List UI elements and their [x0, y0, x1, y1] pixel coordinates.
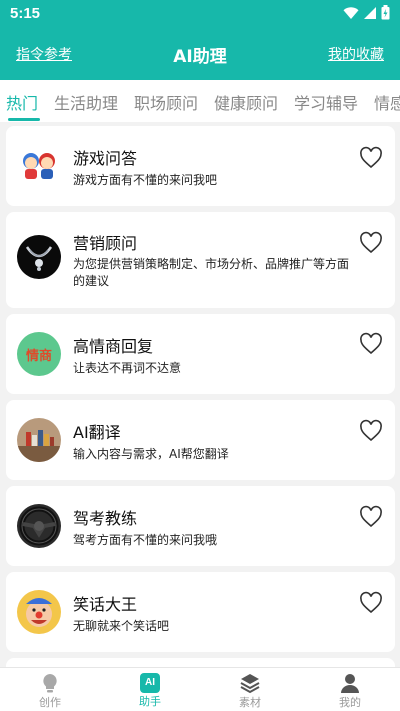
bulb-icon	[43, 674, 57, 693]
heart-icon[interactable]	[359, 505, 383, 529]
eq-icon: 情商	[17, 332, 61, 376]
ai-icon: AI	[140, 673, 160, 693]
tab-career-advisor[interactable]: 职场顾问	[134, 90, 198, 114]
assistant-card[interactable]: 游戏问答 游戏方面有不懂的来问我吧	[6, 126, 395, 206]
heart-icon[interactable]	[359, 419, 383, 443]
nav-create[interactable]: 创作	[10, 672, 90, 710]
status-time: 5:15	[10, 5, 41, 22]
assistant-description: 驾考方面有不懂的来问我哦	[73, 533, 218, 547]
assistant-description: 让表达不再词不达意	[73, 361, 182, 375]
heart-icon[interactable]	[359, 591, 383, 615]
tab-emotion[interactable]: 情感	[374, 90, 400, 114]
heart-icon[interactable]	[359, 332, 383, 356]
tab-study-tutor[interactable]: 学习辅导	[294, 90, 358, 114]
assistant-name: 驾考教练	[73, 509, 138, 528]
bottom-nav: 创作 AI 助手 素材 我的	[0, 667, 400, 711]
clown-icon	[17, 590, 61, 634]
assistant-card[interactable]: 驾考教练 驾考方面有不懂的来问我哦	[6, 486, 395, 566]
nav-label: 助手	[139, 695, 161, 708]
layers-icon	[240, 674, 260, 694]
nav-label: 创作	[39, 696, 61, 709]
heart-icon[interactable]	[359, 146, 383, 170]
necklace-icon	[17, 235, 61, 279]
eq-badge-text: 情商	[25, 348, 52, 364]
signal-icon	[364, 6, 376, 19]
assistant-name: AI翻译	[73, 423, 121, 442]
battery-icon	[381, 5, 390, 20]
assistant-card[interactable]: 笑话大王 无聊就来个笑话吧	[6, 572, 395, 652]
assistant-name: 游戏问答	[73, 149, 138, 168]
assistant-card[interactable]: AI翻译 输入内容与需求，AI帮您翻译	[6, 400, 395, 480]
app-bar: 指令参考 AI助理 我的收藏	[0, 28, 400, 80]
assistant-name: 高情商回复	[73, 337, 154, 356]
category-tabs: 热门 生活助理 职场顾问 健康顾问 学习辅导 情感	[0, 80, 400, 122]
assistant-description: 无聊就来个笑话吧	[73, 619, 170, 633]
wifi-icon	[343, 6, 359, 19]
assistant-description: 为您提供营销策略制定、市场分析、品牌推广等方面的建议	[73, 257, 350, 288]
assistant-description: 输入内容与需求，AI帮您翻译	[73, 447, 229, 461]
person-icon	[341, 674, 359, 693]
tab-health-advisor[interactable]: 健康顾问	[214, 90, 278, 114]
assistant-name: 营销顾问	[73, 234, 138, 253]
steering-wheel-icon	[17, 504, 61, 548]
heart-icon[interactable]	[359, 231, 383, 255]
status-icons	[343, 5, 390, 20]
assistant-card[interactable]	[6, 658, 395, 667]
cartoon-kids-icon	[17, 144, 61, 188]
assistant-card[interactable]: 营销顾问 为您提供营销策略制定、市场分析、品牌推广等方面的建议	[6, 212, 395, 308]
nav-materials[interactable]: 素材	[210, 672, 290, 710]
active-tab-indicator	[8, 118, 40, 121]
nav-assistant[interactable]: AI 助手	[110, 672, 190, 709]
nav-mine[interactable]: 我的	[310, 672, 390, 710]
assistant-card[interactable]: 情商 高情商回复 让表达不再词不达意	[6, 314, 395, 394]
tab-life-assistant[interactable]: 生活助理	[54, 90, 118, 114]
my-favorites-link[interactable]: 我的收藏	[328, 44, 384, 64]
assistant-list: 游戏问答 游戏方面有不懂的来问我吧 营销顾问 为您提供营销策略制定、市场分析、品…	[0, 122, 400, 667]
assistant-name: 笑话大王	[73, 595, 138, 614]
status-bar: 5:15	[0, 0, 400, 28]
nav-label: 我的	[339, 696, 361, 709]
nav-label: 素材	[239, 696, 261, 709]
books-icon	[17, 418, 61, 462]
tab-hot[interactable]: 热门	[6, 90, 38, 114]
assistant-description: 游戏方面有不懂的来问我吧	[73, 173, 218, 187]
